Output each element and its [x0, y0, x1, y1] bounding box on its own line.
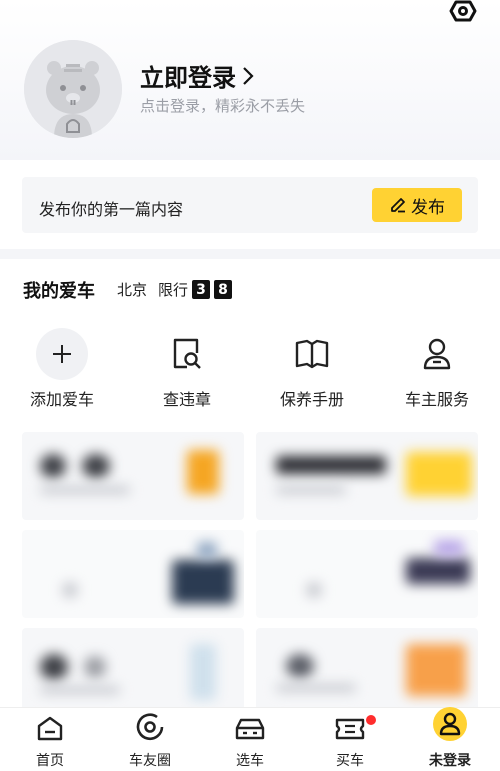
feed-card[interactable]	[256, 432, 478, 520]
section-divider	[0, 249, 500, 259]
profile-header: 立即登录 点击登录，精彩永不丢失	[0, 0, 500, 160]
tab-choose-car[interactable]: 选车	[200, 708, 300, 771]
ticket-icon	[335, 718, 365, 740]
pencil-icon	[391, 198, 405, 213]
city-selector[interactable]: 北京	[117, 279, 147, 300]
tab-label: 首页	[36, 753, 64, 769]
car-icon	[235, 718, 265, 740]
book-icon	[295, 339, 329, 369]
login-link[interactable]: 立即登录	[140, 58, 254, 93]
login-subtitle: 点击登录，精彩永不丢失	[140, 97, 306, 115]
traffic-restriction: 限行 3 8	[158, 279, 233, 300]
feed-card[interactable]	[22, 432, 244, 520]
chevron-right-icon	[243, 66, 254, 85]
tab-label: 买车	[336, 753, 364, 769]
check-violation-label: 查违章	[162, 390, 211, 409]
plus-icon	[53, 345, 71, 363]
feed-card[interactable]	[256, 530, 478, 618]
maintenance-manual-button[interactable]: 保养手册	[257, 328, 367, 410]
tab-label: 选车	[236, 753, 264, 769]
mycar-title: 我的爱车	[23, 281, 95, 302]
content-feed	[22, 432, 478, 716]
check-violation-button[interactable]: 查违章	[132, 328, 242, 410]
tab-buy-car[interactable]: 买车	[300, 708, 400, 771]
publish-prompt: 发布你的第一篇内容	[39, 200, 184, 219]
tab-me[interactable]: 未登录	[400, 707, 500, 771]
feed-card[interactable]	[22, 628, 244, 716]
person-icon	[423, 338, 451, 370]
tab-community[interactable]: 车友圈	[100, 708, 200, 771]
notification-dot	[366, 715, 376, 725]
user-avatar-icon	[433, 707, 467, 741]
bottom-tab-bar: 首页 车友圈 选车 买车 未登录	[0, 707, 500, 771]
tiger-avatar-icon	[24, 40, 122, 138]
publish-card: 发布你的第一篇内容 发布	[22, 177, 478, 233]
home-icon	[37, 716, 63, 741]
maintenance-manual-label: 保养手册	[279, 390, 344, 409]
circle-icon	[136, 713, 164, 741]
car-actions: 添加爱车 查违章 保养手册 车主服务	[0, 328, 500, 410]
add-car-button[interactable]: 添加爱车	[7, 328, 117, 410]
avatar[interactable]	[24, 40, 122, 138]
publish-button-label: 发布	[411, 197, 445, 218]
violation-search-icon	[173, 338, 201, 369]
tab-label: 车友圈	[129, 753, 171, 769]
owner-service-button[interactable]: 车主服务	[382, 328, 492, 410]
tab-home[interactable]: 首页	[0, 708, 100, 771]
restriction-number: 8	[214, 280, 233, 299]
publish-button[interactable]: 发布	[372, 188, 462, 222]
login-title: 立即登录	[140, 64, 236, 92]
owner-service-label: 车主服务	[404, 390, 469, 409]
feed-card[interactable]	[22, 530, 244, 618]
add-car-label: 添加爱车	[29, 390, 94, 409]
settings-button[interactable]	[448, 0, 478, 24]
gear-icon	[449, 0, 477, 22]
restriction-label: 限行	[158, 281, 189, 299]
feed-card[interactable]	[256, 628, 478, 716]
restriction-number: 3	[192, 280, 211, 299]
tab-label: 未登录	[429, 753, 471, 769]
